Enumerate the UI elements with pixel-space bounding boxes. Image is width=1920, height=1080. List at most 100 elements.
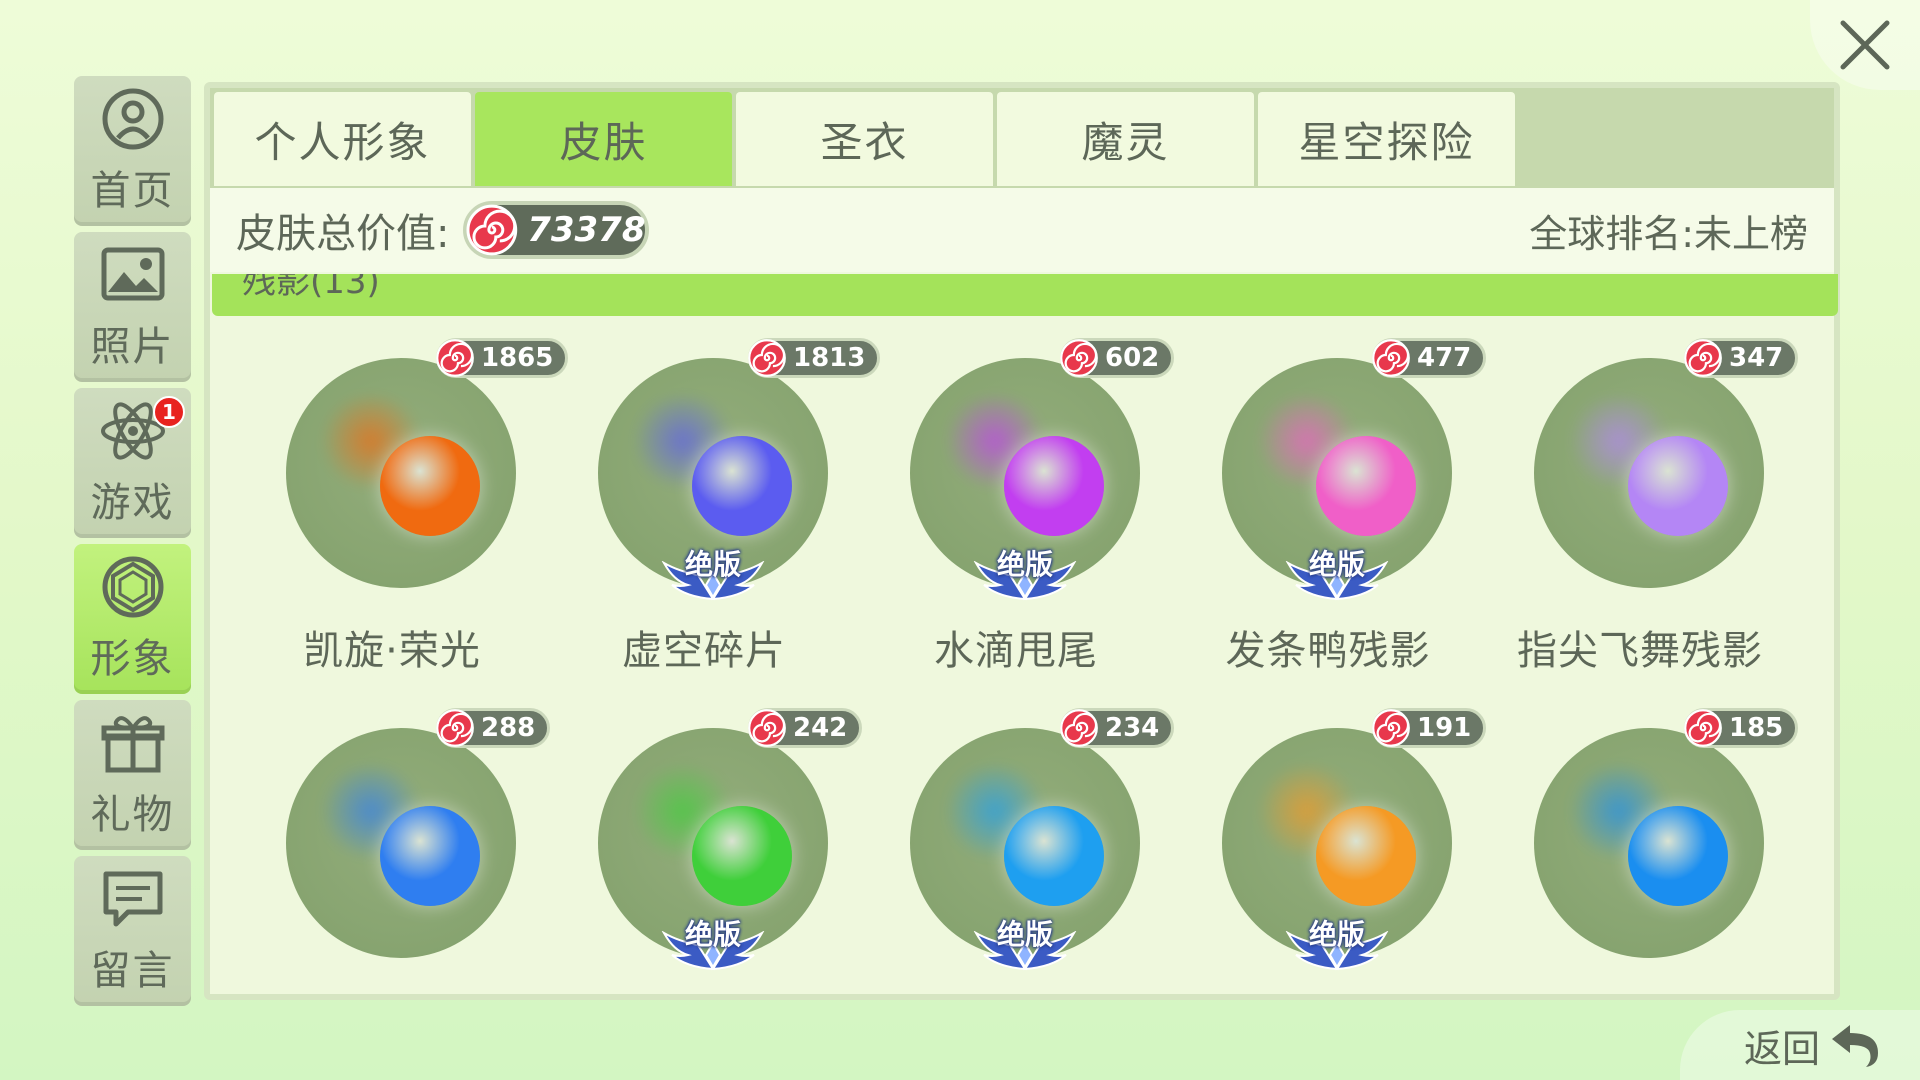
skin-item[interactable]: 347 指尖飞舞残影 bbox=[1484, 338, 1799, 678]
sidebar-item-gifts[interactable]: 礼物 bbox=[74, 700, 191, 850]
image-icon bbox=[101, 247, 164, 301]
sidebar-item-label: 照片 bbox=[90, 324, 175, 370]
skin-orb bbox=[380, 806, 480, 906]
return-arrow-icon bbox=[1832, 1025, 1878, 1067]
gem-icon bbox=[102, 556, 163, 618]
skin-orb bbox=[692, 436, 792, 536]
limited-edition-label: 绝版 bbox=[684, 548, 741, 581]
skin-price: 602 bbox=[1105, 343, 1160, 373]
skin-price: 1865 bbox=[481, 343, 554, 373]
skin-orb bbox=[692, 806, 792, 906]
skin-name: 虚空碎片 bbox=[622, 628, 786, 674]
tab-skins[interactable]: 皮肤 bbox=[475, 92, 732, 186]
tab-spirits[interactable]: 魔灵 bbox=[997, 92, 1254, 186]
tab-star-adventure[interactable]: 星空探险 bbox=[1258, 92, 1515, 186]
sidebar-item-photos[interactable]: 照片 bbox=[74, 232, 191, 382]
limited-edition-label: 绝版 bbox=[1308, 918, 1365, 951]
close-button[interactable] bbox=[1810, 0, 1920, 90]
sidebar-item-avatar[interactable]: 形象 bbox=[74, 544, 191, 694]
skin-price-pill: 185 bbox=[1684, 708, 1799, 748]
total-value: 73378 bbox=[527, 210, 646, 250]
limited-edition-label: 绝版 bbox=[996, 918, 1053, 951]
skin-orb bbox=[1004, 806, 1104, 906]
user-icon bbox=[102, 88, 163, 150]
skin-orb bbox=[1316, 436, 1416, 536]
limited-edition-badge: 绝版 bbox=[970, 543, 1080, 601]
skin-name: 凯旋·荣光 bbox=[303, 628, 481, 674]
limited-edition-label: 绝版 bbox=[684, 918, 741, 951]
skin-orb bbox=[380, 436, 480, 536]
sidebar-item-games[interactable]: 游戏 1 bbox=[74, 388, 191, 538]
notification-badge: 1 bbox=[153, 396, 185, 428]
skin-orb bbox=[1628, 436, 1728, 536]
skin-item[interactable]: 477 绝版发条鸭残影 bbox=[1172, 338, 1487, 678]
skin-price: 477 bbox=[1417, 343, 1472, 373]
sidebar-item-label: 形象 bbox=[90, 636, 175, 682]
category-label: 残影(13) bbox=[242, 274, 380, 302]
skin-name: 水滴甩尾 bbox=[934, 628, 1098, 674]
candy-icon bbox=[436, 709, 474, 747]
limited-edition-badge: 绝版 bbox=[658, 543, 768, 601]
total-value-label: 皮肤总价值: bbox=[236, 211, 450, 257]
back-label: 返回 bbox=[1743, 1026, 1820, 1071]
sidebar-item-label: 游戏 bbox=[90, 480, 175, 526]
close-icon bbox=[1840, 20, 1890, 70]
sidebar-item-label: 首页 bbox=[90, 168, 175, 214]
back-button[interactable]: 返回 bbox=[1680, 1010, 1920, 1080]
skin-item[interactable]: 242 绝版 bbox=[548, 708, 863, 1048]
sidebar-item-messages[interactable]: 留言 bbox=[74, 856, 191, 1006]
limited-edition-badge: 绝版 bbox=[1282, 543, 1392, 601]
candy-icon bbox=[748, 339, 786, 377]
skin-price: 242 bbox=[793, 713, 848, 743]
chat-icon bbox=[103, 871, 162, 927]
limited-edition-badge: 绝版 bbox=[970, 913, 1080, 971]
skin-price: 185 bbox=[1729, 713, 1784, 743]
skin-item[interactable]: 185 bbox=[1484, 708, 1799, 1048]
skin-name: 指尖飞舞残影 bbox=[1517, 628, 1763, 674]
candy-icon bbox=[748, 709, 786, 747]
skin-price: 234 bbox=[1105, 713, 1160, 743]
skin-price: 1813 bbox=[793, 343, 866, 373]
limited-edition-label: 绝版 bbox=[1308, 548, 1365, 581]
skin-item[interactable]: 288 bbox=[236, 708, 551, 1048]
candy-icon bbox=[466, 204, 518, 256]
skin-price-pill: 347 bbox=[1684, 338, 1799, 378]
candy-icon bbox=[1684, 339, 1722, 377]
skin-price: 347 bbox=[1729, 343, 1784, 373]
limited-edition-badge: 绝版 bbox=[658, 913, 768, 971]
sidebar: 首页 照片 游戏 1 形象 礼物 留言 bbox=[74, 76, 191, 1012]
skin-price-pill: 288 bbox=[436, 708, 551, 748]
candy-icon bbox=[1684, 709, 1722, 747]
candy-icon bbox=[1372, 339, 1410, 377]
skin-price: 288 bbox=[481, 713, 536, 743]
skin-price: 191 bbox=[1417, 713, 1472, 743]
skin-price-pill: 242 bbox=[748, 708, 863, 748]
skin-price-pill: 191 bbox=[1372, 708, 1487, 748]
skin-item[interactable]: 1865 凯旋·荣光 bbox=[236, 338, 569, 678]
total-value-pill: 73378 bbox=[463, 201, 650, 259]
gift-icon bbox=[101, 716, 164, 773]
global-rank: 全球排名:未上榜 bbox=[1529, 211, 1808, 256]
skin-price-pill: 234 bbox=[1060, 708, 1175, 748]
skin-orb bbox=[1628, 806, 1728, 906]
limited-edition-badge: 绝版 bbox=[1282, 913, 1392, 971]
skin-orb bbox=[1004, 436, 1104, 536]
skin-item[interactable]: 602 绝版水滴甩尾 bbox=[860, 338, 1175, 678]
skin-price-pill: 477 bbox=[1372, 338, 1487, 378]
tab-holy-cloth[interactable]: 圣衣 bbox=[736, 92, 993, 186]
limited-edition-label: 绝版 bbox=[996, 548, 1053, 581]
skin-item[interactable]: 1813 绝版虚空碎片 bbox=[548, 338, 881, 678]
tab-bar: 个人形象 皮肤 圣衣 魔灵 星空探险 bbox=[210, 88, 1834, 188]
candy-icon bbox=[1060, 709, 1098, 747]
sidebar-item-label: 礼物 bbox=[90, 792, 175, 838]
skin-item[interactable]: 191 绝版 bbox=[1172, 708, 1487, 1048]
category-header[interactable]: 残影(13) bbox=[212, 274, 1838, 316]
candy-icon bbox=[1372, 709, 1410, 747]
sidebar-item-home[interactable]: 首页 bbox=[74, 76, 191, 226]
total-value-row: 皮肤总价值: 73378 全球排名:未上榜 bbox=[210, 188, 1834, 272]
skin-item[interactable]: 234 绝版 bbox=[860, 708, 1175, 1048]
skin-name: 发条鸭残影 bbox=[1225, 628, 1431, 674]
skin-price-pill: 602 bbox=[1060, 338, 1175, 378]
tab-personal-image[interactable]: 个人形象 bbox=[214, 92, 471, 186]
skin-orb bbox=[1316, 806, 1416, 906]
